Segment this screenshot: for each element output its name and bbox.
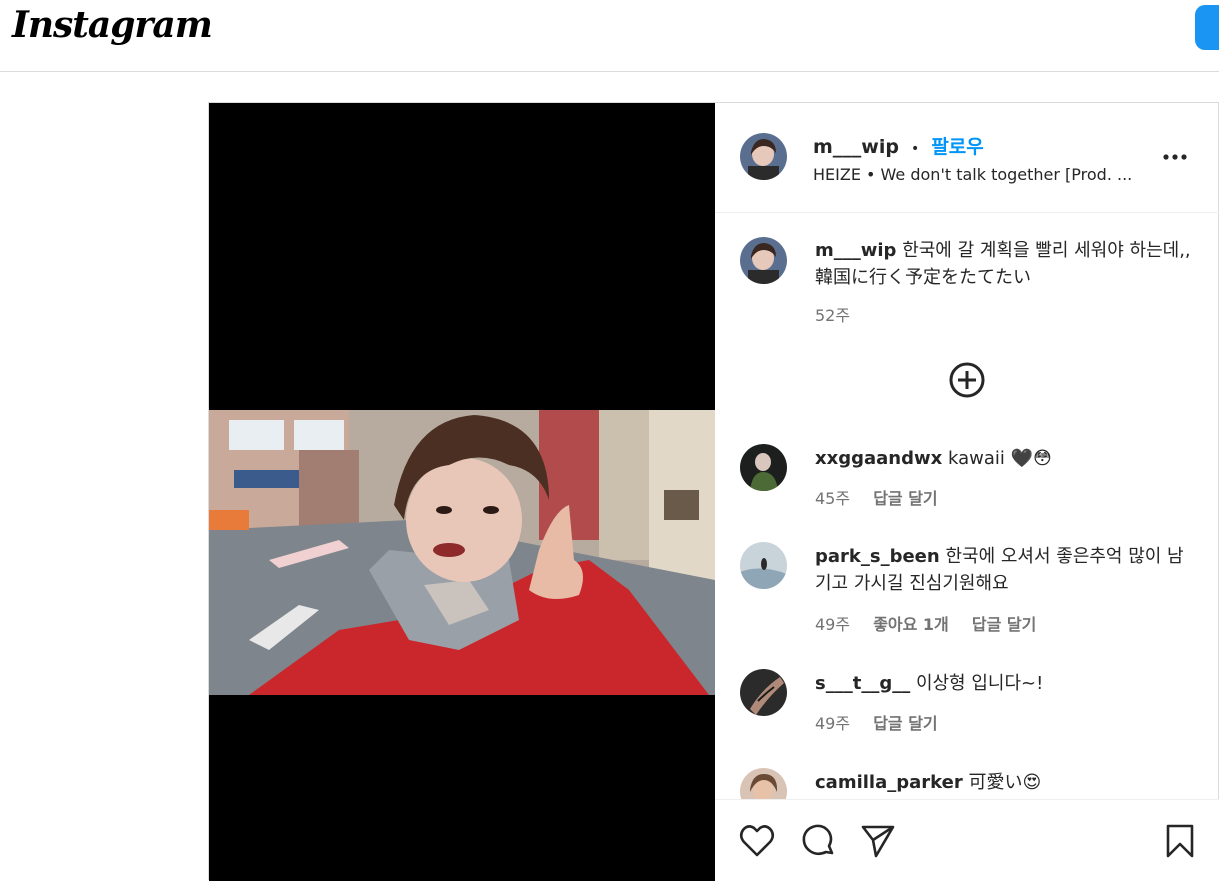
comment-username[interactable]: park_s_been [815,546,940,567]
login-button[interactable] [1195,5,1219,50]
bookmark-icon[interactable] [1165,823,1195,859]
commenter-avatar[interactable] [740,768,787,799]
comment-icon[interactable] [800,823,836,859]
commenter-avatar[interactable] [740,542,787,589]
comment-time[interactable]: 49주 [815,615,850,634]
commenter-avatar[interactable] [740,444,787,491]
comment-item: park_s_been 한국에 오셔서 좋은추억 많이 남기고 가시길 진심기원… [715,531,1219,634]
comment-item: xxggaandwx kawaii 🖤😳 45주 답글 달기 [715,433,1219,513]
comment-text: kawaii 🖤😳 [947,448,1052,469]
separator-dot: • [911,141,920,157]
commenter-avatar[interactable] [740,669,787,716]
comment-text: 이상형 입니다~! [915,673,1044,694]
reply-button[interactable]: 답글 달기 [873,714,937,733]
comment-likes[interactable]: 좋아요 1개 [873,615,949,634]
audio-track[interactable]: HEIZE • We don't talk together [Prod. ..… [813,165,1132,184]
instagram-logo[interactable]: Instagram [12,4,213,46]
post-video[interactable] [209,103,715,881]
comment-item: s___t__g__ 이상형 입니다~! 49주 답글 달기 [715,658,1219,738]
caption-avatar[interactable] [740,237,787,284]
post-header: m___wip • 팔로우 HEIZE • We don't talk toge… [715,103,1219,213]
caption-time[interactable]: 52주 [815,306,850,325]
post-details-panel: m___wip • 팔로우 HEIZE • We don't talk toge… [715,103,1219,882]
comment-username[interactable]: s___t__g__ [815,673,910,694]
comment-time[interactable]: 45주 [815,489,850,508]
caption: m___wip 한국에 갈 계획을 빨리 세워야 하는데,, 韓国に行く予定をた… [715,227,1219,327]
comment-username[interactable]: camilla_parker [815,772,963,793]
action-bar [715,799,1219,882]
reply-button[interactable]: 답글 달기 [972,615,1036,634]
caption-username[interactable]: m___wip [815,240,896,261]
send-icon[interactable] [860,823,896,859]
add-circle-icon[interactable] [948,361,986,399]
comment-time[interactable]: 49주 [815,714,850,733]
top-bar: Instagram [0,0,1219,72]
follow-button[interactable]: 팔로우 [931,136,983,158]
author-username[interactable]: m___wip [813,136,899,158]
comment-item: camilla_parker 可愛い😍 [715,757,1219,799]
post-dialog: m___wip • 팔로우 HEIZE • We don't talk toge… [208,102,1219,882]
video-still-image [209,410,715,695]
comment-username[interactable]: xxggaandwx [815,448,942,469]
video-frame[interactable] [209,410,715,695]
reply-button[interactable]: 답글 달기 [873,489,937,508]
heart-icon[interactable] [739,824,775,858]
comment-text: 可愛い😍 [968,772,1042,793]
more-options-icon[interactable] [1162,148,1190,166]
author-avatar[interactable] [740,133,787,180]
